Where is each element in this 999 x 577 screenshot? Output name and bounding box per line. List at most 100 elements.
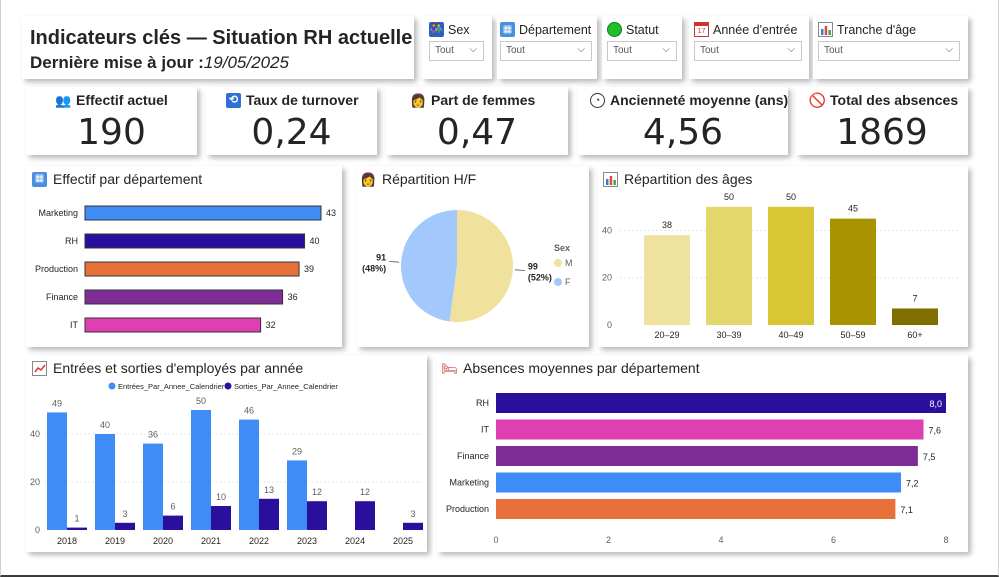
dept-category-label: Finance (46, 292, 78, 302)
last-update-label: Dernière mise à jour : (30, 53, 204, 72)
flows-value-label: 12 (360, 487, 370, 497)
kpi-headcount-label: 👥 Effectif actuel (55, 92, 168, 108)
flows-category-label: 2023 (297, 536, 317, 546)
slicer-status-label: Statut (607, 22, 659, 37)
flows-value-label: 40 (100, 420, 110, 430)
kpi-women-share-value: 0,47 (436, 112, 518, 153)
slicer-status-dropdown[interactable]: Tout ⌵ (607, 41, 677, 61)
flows-value-label: 12 (312, 487, 322, 497)
flows-value-label: 6 (170, 502, 175, 512)
abs-value-label: 8,0 (929, 399, 942, 409)
slicer-department-value: Tout (506, 45, 525, 56)
gender-chart: 99(52%) 91(48%) Sex MF (362, 210, 573, 322)
slicer-age-band-value: Tout (824, 45, 843, 56)
abs-bar (496, 446, 918, 466)
abs-bar (496, 499, 896, 519)
slicer-sex-value: Tout (435, 45, 454, 56)
dept-category-label: IT (70, 320, 79, 330)
flows-bar (239, 419, 259, 530)
slicer-sex-dropdown[interactable]: Tout ⌵ (429, 41, 484, 61)
bar-chart-icon (603, 171, 618, 187)
kpi-turnover-value: 0,24 (251, 112, 332, 153)
chevron-down-icon: ⌵ (662, 44, 670, 55)
people-icon: 👫 (429, 22, 444, 37)
ages-category-label: 60+ (907, 330, 922, 340)
ages-bar (644, 235, 690, 325)
flows-value-label: 50 (196, 396, 206, 406)
dept-category-label: Marketing (38, 208, 78, 218)
abs-xtick-label: 8 (943, 535, 948, 545)
pie-legend-label: F (565, 277, 571, 287)
bar-chart-icon (818, 22, 833, 37)
absences-chart: 0 2 4 6 8 RH 8,0 IT 7,6 Finance 7,5 Marketing 7,2 Pro… (446, 393, 949, 545)
flows-chart: Entrées_Par_Annee_Calendrier Sorties_Par_… (30, 382, 423, 546)
green-circle-icon (607, 22, 622, 37)
last-update: Dernière mise à jour :19/05/2025 (30, 53, 289, 73)
flows-category-label: 2021 (201, 536, 221, 546)
flows-bar (307, 501, 327, 530)
abs-category-label: Marketing (449, 478, 489, 488)
flows-ytick-label: 0 (35, 525, 40, 535)
kpi-turnover-label: ⟲ Taux de turnover (226, 92, 359, 108)
slicer-entry-year-dropdown[interactable]: Tout ⌵ (694, 41, 802, 61)
slicer-entry-year-value: Tout (700, 45, 719, 56)
bed-icon: 🛏 (441, 360, 458, 376)
ages-value-label: 50 (786, 192, 796, 202)
kpi-absences-label: 🚫 Total des absences (808, 92, 959, 108)
pie-leader-line (389, 261, 400, 263)
abs-category-label: Production (446, 504, 489, 514)
flows-bar (403, 522, 423, 530)
calendar-icon: 17 (694, 22, 709, 37)
abs-bar (496, 393, 946, 413)
people-icon: 👥 (55, 92, 72, 108)
ages-chart-title: Répartition des âges (603, 171, 752, 187)
chevron-down-icon: ⌵ (469, 44, 477, 55)
flows-bar (47, 412, 67, 530)
dept-bar (84, 205, 322, 221)
ages-bar (768, 206, 814, 325)
flows-bar (287, 460, 307, 530)
woman-icon: 👩 (360, 171, 377, 187)
dept-bar (84, 233, 306, 249)
pie-legend-marker (554, 259, 562, 267)
flows-bar (191, 410, 211, 530)
dept-value-label: 43 (326, 208, 336, 218)
flows-bar (355, 501, 375, 530)
flows-ytick-label: 20 (30, 477, 40, 487)
dept-category-label: RH (65, 236, 78, 246)
kpi-absences-value: 1869 (836, 112, 928, 153)
abs-xtick-label: 0 (493, 535, 498, 545)
flows-category-label: 2018 (57, 536, 77, 546)
dept-value-label: 40 (310, 236, 320, 246)
abs-xtick-label: 4 (718, 535, 723, 545)
woman-icon: 👩 (410, 92, 427, 108)
flows-value-label: 29 (292, 446, 302, 456)
gender-chart-title: 👩 Répartition H/F (360, 171, 477, 187)
slicer-department-label: ▦ Département (500, 22, 591, 37)
slicer-age-band-dropdown[interactable]: Tout ⌵ (818, 41, 960, 61)
ages-bar (706, 206, 752, 325)
ages-bar (892, 308, 938, 325)
flows-value-label: 49 (52, 398, 62, 408)
flows-value-label: 1 (74, 514, 79, 524)
kpi-seniority-label: ◔ Ancienneté moyenne (ans) (590, 92, 788, 108)
flows-value-label: 46 (244, 406, 254, 416)
ages-bar (830, 218, 876, 325)
pie-legend-title: Sex (554, 243, 570, 253)
slicer-age-band-label: Tranche d'âge (818, 22, 916, 37)
ages-category-label: 50–59 (840, 330, 865, 340)
building-icon: ▦ (32, 171, 47, 187)
ages-ytick-label: 20 (602, 273, 612, 283)
refresh-icon: ⟲ (226, 92, 241, 108)
ages-value-label: 45 (848, 204, 858, 214)
abs-value-label: 7,2 (906, 479, 919, 489)
flows-value-label: 3 (122, 509, 127, 519)
dept-chart-title: ▦ Effectif par département (32, 171, 202, 187)
chevron-down-icon: ⌵ (945, 44, 953, 55)
kpi-women-share-label: 👩 Part de femmes (410, 92, 536, 108)
dept-chart: Marketing 43 RH 40 Production 39 Finance 36 IT 32 (35, 205, 336, 333)
pie-leader-line (514, 269, 525, 271)
slicer-department-dropdown[interactable]: Tout ⌵ (500, 41, 592, 61)
flows-bar (95, 434, 115, 530)
pie-value-label: 91 (376, 253, 386, 263)
